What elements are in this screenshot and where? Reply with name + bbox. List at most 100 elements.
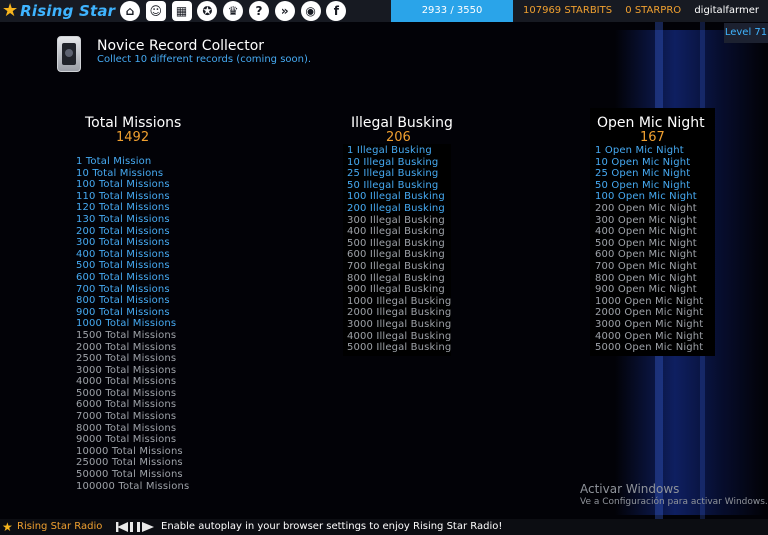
milestone-item: 700 Total Missions xyxy=(76,283,170,295)
milestone-item: 50 Open Mic Night xyxy=(595,179,691,191)
milestone-item: 1000 Open Mic Night xyxy=(595,295,704,307)
cow-icon[interactable]: ☺ xyxy=(145,1,166,21)
discord-icon[interactable]: ◉ xyxy=(300,1,321,21)
milestone-item: 400 Total Missions xyxy=(76,248,170,260)
column-title-open-mic-night: Open Mic Night xyxy=(597,115,705,131)
username[interactable]: digitalfarmer xyxy=(694,5,759,16)
milestone-item: 25 Illegal Busking xyxy=(347,168,439,180)
top-bar: ★ Rising Star ⌂ ☺ ▦ ✪ ♛?» ◉ f 2933 / 3550 1079… xyxy=(0,0,768,22)
trophy-icon[interactable]: ♛ xyxy=(223,1,244,21)
milestone-item: 200 Open Mic Night xyxy=(595,202,697,214)
milestone-item: 1 Open Mic Night xyxy=(595,145,684,156)
milestone-item: 800 Open Mic Night xyxy=(595,272,697,284)
ribbon-icon[interactable]: ✪ xyxy=(197,1,218,21)
milestone-item: 3000 Total Missions xyxy=(76,364,177,376)
milestone-item: 500 Illegal Busking xyxy=(347,237,445,249)
milestone-item: 5000 Total Missions xyxy=(76,387,177,399)
milestone-item: 400 Open Mic Night xyxy=(595,226,697,238)
milestone-item: 300 Illegal Busking xyxy=(347,214,445,226)
play-icon[interactable] xyxy=(142,522,154,532)
milestone-item: 2000 Illegal Busking xyxy=(347,307,452,319)
milestone-item: 6000 Total Missions xyxy=(76,399,177,411)
milestone-item: 300 Open Mic Night xyxy=(595,214,697,226)
milestone-item: 1500 Total Missions xyxy=(76,329,177,341)
milestone-item: 700 Open Mic Night xyxy=(595,260,697,272)
xp-progress: 2933 / 3550 xyxy=(391,0,513,22)
milestone-item: 2000 Open Mic Night xyxy=(595,307,704,319)
milestone-list-illegal-busking: 1 Illegal Busking 10 Illegal Busking 25 Il… xyxy=(347,145,451,354)
milestone-item: 2500 Total Missions xyxy=(76,353,177,365)
milestone-item: 50000 Total Missions xyxy=(76,469,183,481)
star-icon: ★ xyxy=(2,520,13,534)
milestone-item: 800 Total Missions xyxy=(76,295,170,307)
milestone-item: 800 Illegal Busking xyxy=(347,272,445,284)
radio-label: Rising Star Radio xyxy=(17,521,103,532)
milestone-item: 200 Total Missions xyxy=(76,225,170,237)
pause-icon[interactable] xyxy=(130,522,140,532)
star-logo-icon: ★ xyxy=(2,0,19,21)
milestone-item: 600 Open Mic Night xyxy=(595,249,697,261)
milestone-item: 4000 Total Missions xyxy=(76,376,177,388)
help-icon[interactable]: ? xyxy=(248,1,269,21)
level-badge: Level 71 xyxy=(724,23,768,43)
milestone-item: 400 Illegal Busking xyxy=(347,226,445,238)
milestone-list-open-mic-night: 1 Open Mic Night 10 Open Mic Night 25 Open… xyxy=(595,145,703,354)
milestone-item: 50 Illegal Busking xyxy=(347,179,439,191)
milestone-item: 10 Open Mic Night xyxy=(595,156,691,168)
logo[interactable]: ★ Rising Star xyxy=(2,0,115,22)
milestone-item: 900 Total Missions xyxy=(76,306,170,318)
windows-activation-title: Activar Windows xyxy=(580,482,680,496)
starbits-balance: 107969 STARBITS xyxy=(523,5,613,16)
milestone-item: 100 Total Missions xyxy=(76,179,170,191)
milestone-item: 500 Open Mic Night xyxy=(595,237,697,249)
milestone-item: 5000 Illegal Busking xyxy=(347,342,452,354)
column-title-illegal-busking: Illegal Busking xyxy=(351,115,453,131)
milestone-item: 700 Illegal Busking xyxy=(347,260,445,272)
milestone-item: 8000 Total Missions xyxy=(76,422,177,434)
milestone-item: 1000 Total Missions xyxy=(76,318,177,330)
radio-bar: ★ Rising Star Radio Enable autoplay in y… xyxy=(0,519,768,535)
milestone-item: 600 Total Missions xyxy=(76,271,170,283)
milestone-item: 1 Illegal Busking xyxy=(347,145,432,156)
record-card-icon xyxy=(57,36,81,72)
achievement-title: Novice Record Collector xyxy=(97,38,265,54)
milestone-item: 300 Total Missions xyxy=(76,237,170,249)
achievement-description: Collect 10 different records (coming soo… xyxy=(97,54,312,65)
milestone-item: 4000 Open Mic Night xyxy=(595,330,704,342)
currency-stats: 107969 STARBITS 0 STARPRO digitalfarmer xyxy=(513,0,768,22)
milestone-item: 200 Illegal Busking xyxy=(347,202,445,214)
milestone-item: 1000 Illegal Busking xyxy=(347,295,452,307)
previous-track-icon[interactable] xyxy=(116,522,128,532)
logo-text: Rising Star xyxy=(20,2,116,20)
milestone-item: 100 Illegal Busking xyxy=(347,191,445,203)
nav-icons: ⌂ ☺ ▦ ✪ ♛?» ◉ f xyxy=(120,1,352,21)
milestone-item: 900 Open Mic Night xyxy=(595,284,697,296)
radio-player xyxy=(116,522,156,532)
milestone-item: 5000 Open Mic Night xyxy=(595,342,704,354)
milestone-item: 900 Illegal Busking xyxy=(347,284,445,296)
facebook-icon[interactable]: f xyxy=(326,1,347,21)
milestone-item: 3000 Open Mic Night xyxy=(595,318,704,330)
record-card-image xyxy=(62,43,76,65)
column-count-total-missions: 1492 xyxy=(116,130,150,145)
column-title-total-missions: Total Missions xyxy=(85,115,182,131)
milestone-item: 100 Open Mic Night xyxy=(595,191,697,203)
milestone-item: 4000 Illegal Busking xyxy=(347,330,452,342)
hive-icon[interactable]: » xyxy=(274,1,295,21)
starpro-balance: 0 STARPRO xyxy=(625,5,682,16)
windows-activation-subtitle: Ve a Configuración para activar Windows. xyxy=(580,497,768,507)
home-icon[interactable]: ⌂ xyxy=(120,1,140,21)
milestone-item: 25000 Total Missions xyxy=(76,457,183,469)
milestone-item: 120 Total Missions xyxy=(76,202,170,214)
milestone-item: 100000 Total Missions xyxy=(76,480,190,492)
milestone-item: 7000 Total Missions xyxy=(76,411,177,423)
column-count-illegal-busking: 206 xyxy=(386,130,411,145)
milestone-item: 110 Total Missions xyxy=(76,190,170,202)
radio-autoplay-message: Enable autoplay in your browser settings… xyxy=(161,521,503,532)
xp-progress-text: 2933 / 3550 xyxy=(421,5,483,16)
milestone-item: 130 Total Missions xyxy=(76,213,170,225)
cards-icon[interactable]: ▦ xyxy=(171,1,192,21)
milestone-item: 9000 Total Missions xyxy=(76,434,177,446)
milestone-item: 10 Illegal Busking xyxy=(347,156,439,168)
column-count-open-mic-night: 167 xyxy=(640,130,665,145)
